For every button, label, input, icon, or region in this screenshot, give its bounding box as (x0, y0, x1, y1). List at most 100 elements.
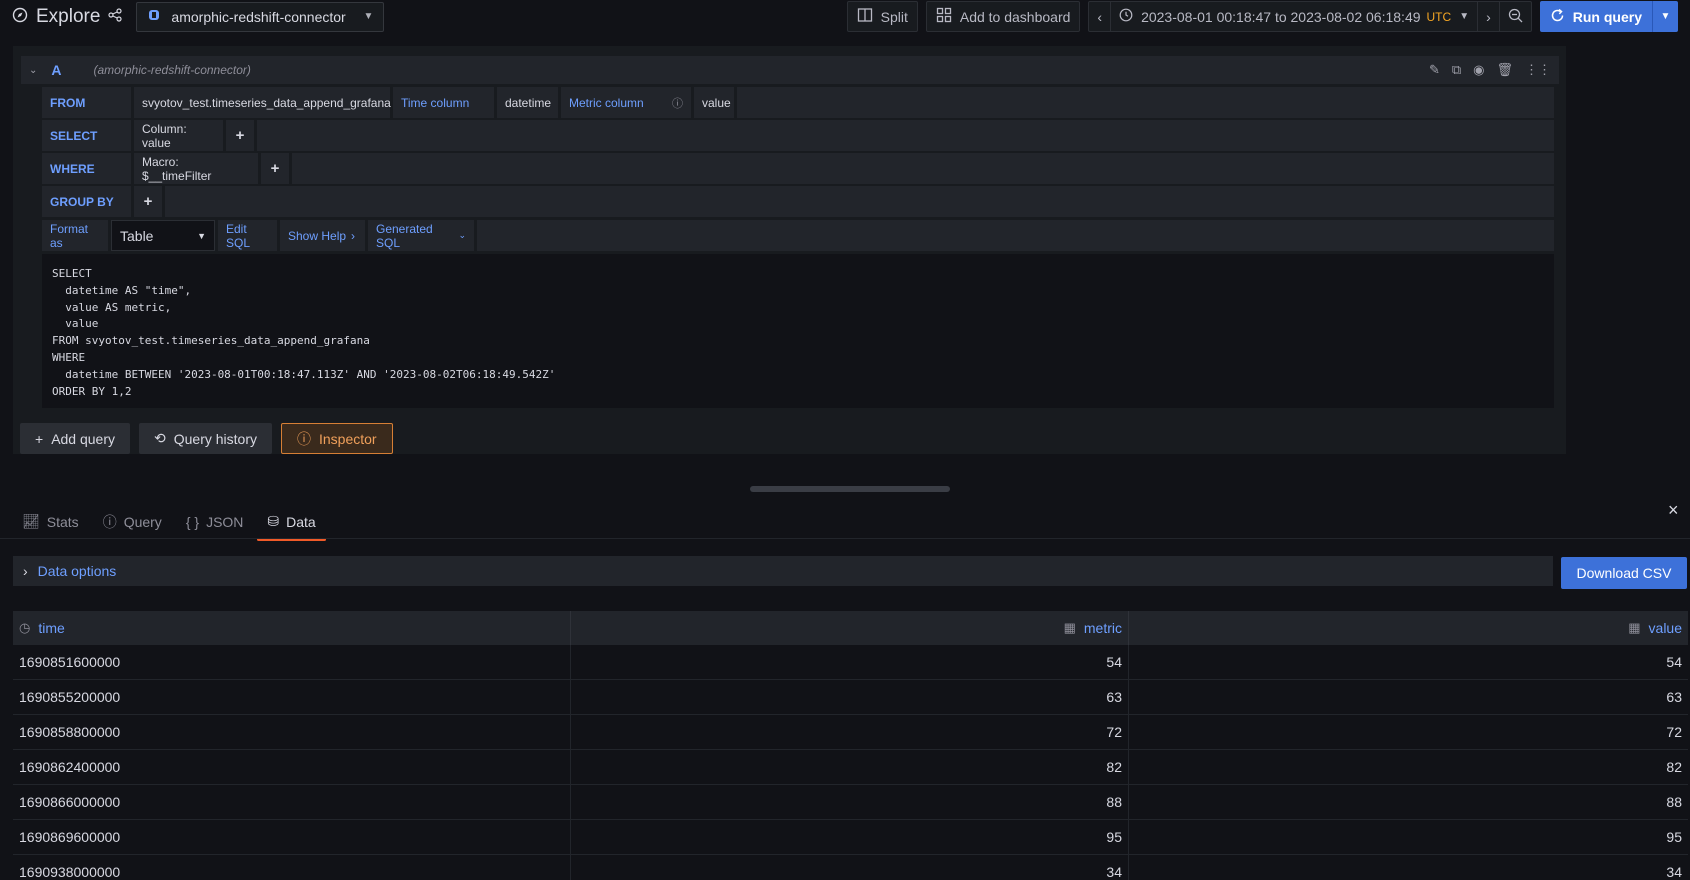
where-macro[interactable]: Macro: $__timeFilter (134, 153, 258, 184)
page-title: Explore (36, 5, 101, 27)
table-icon: ▦ (1628, 620, 1641, 635)
run-query-label: Run query (1572, 8, 1642, 25)
cell-time: 1690869600000 (13, 820, 571, 854)
column-header-metric[interactable]: ▦ metric (571, 611, 1129, 645)
add-select-button[interactable]: + (226, 120, 254, 151)
select-row-filler (257, 120, 1554, 151)
history-icon: ⟲ (154, 430, 166, 446)
column-header-time[interactable]: ◷ time (13, 611, 571, 645)
data-options-label: Data options (37, 563, 117, 579)
query-datasource-hint: (amorphic-redshift-connector) (93, 63, 251, 77)
table-row: 1690862400000 82 82 (13, 750, 1688, 785)
metric-column-label-cell: Metric column ⓘ (561, 87, 691, 118)
cell-time: 1690851600000 (13, 645, 571, 679)
column-header-value[interactable]: ▦ value (1129, 611, 1688, 645)
inspector-label: Inspector (319, 430, 377, 447)
collapse-chevron-icon[interactable]: ⌄ (29, 65, 37, 76)
time-column-label: Time column (393, 87, 494, 118)
split-button[interactable]: Split (846, 1, 918, 32)
add-where-button[interactable]: + (261, 153, 289, 184)
generated-sql-preview: SELECT datetime AS "time", value AS metr… (42, 254, 1554, 408)
generated-sql-button[interactable]: Generated SQL ⌄ (368, 220, 474, 251)
cell-value: 34 (1666, 864, 1682, 880)
time-range-control: ‹ 2023-08-01 00:18:47 to 2023-08-02 06:1… (1088, 1, 1532, 32)
close-icon[interactable]: × (1668, 500, 1679, 521)
edit-icon[interactable]: ✎ (1429, 62, 1440, 78)
top-bar: Explore amorphic-redshift-connector ▼ Sp… (0, 0, 1690, 33)
format-row-filler (477, 220, 1554, 251)
group-by-row: GROUP BY + (42, 186, 1554, 217)
cell-metric: 34 (571, 855, 1129, 880)
tab-json[interactable]: { } JSON (176, 505, 254, 538)
chevron-right-icon: › (23, 563, 28, 579)
cell-metric: 95 (571, 820, 1129, 854)
cell-metric: 88 (571, 785, 1129, 819)
table-row: 1690869600000 95 95 (13, 820, 1688, 855)
tab-query-label: Query (123, 513, 162, 530)
chevron-down-icon: ▼ (363, 11, 374, 22)
column-metric-label: metric (1083, 620, 1122, 636)
data-table: ◷ time ▦ metric ▦ value 1690851600000 54… (13, 611, 1688, 880)
chevron-right-icon: › (1486, 8, 1491, 25)
metric-column-value[interactable]: value (694, 87, 734, 118)
trash-icon[interactable]: 🗑 (1496, 62, 1513, 78)
metric-column-label: Metric column (569, 95, 644, 110)
time-back-button[interactable]: ‹ (1089, 2, 1112, 31)
time-column-value[interactable]: datetime (497, 87, 558, 118)
cell-value: 54 (1666, 654, 1682, 670)
column-value-label: value (1648, 620, 1682, 636)
time-range-picker[interactable]: 2023-08-01 00:18:47 to 2023-08-02 06:18:… (1111, 2, 1479, 31)
chevron-down-icon[interactable]: ▼ (1652, 1, 1678, 32)
info-icon[interactable]: ⓘ (672, 95, 683, 111)
edit-sql-button[interactable]: Edit SQL (218, 220, 277, 251)
run-query-button[interactable]: Run query ▼ (1539, 1, 1678, 32)
info-icon: ⓘ (102, 513, 117, 530)
time-forward-button[interactable]: › (1478, 2, 1500, 31)
cell-value: 95 (1666, 829, 1682, 845)
generated-sql-label: Generated SQL (376, 221, 433, 250)
tab-json-label: JSON (206, 513, 244, 530)
tab-data[interactable]: ⛁ Data (257, 505, 327, 541)
share-icon[interactable] (108, 8, 123, 25)
cell-time: 1690866000000 (13, 785, 571, 819)
datasource-picker[interactable]: amorphic-redshift-connector ▼ (136, 1, 385, 32)
query-actions: + Add query ⟲ Query history ⓘ Inspector (20, 423, 393, 454)
plus-icon: + (35, 430, 44, 447)
tab-stats[interactable]: 📈︎ Stats (12, 505, 89, 538)
drag-handle-icon[interactable]: ⋮⋮ (1525, 62, 1551, 78)
column-time-label: time (38, 620, 65, 636)
inspector-button[interactable]: ⓘ Inspector (281, 423, 393, 454)
zoom-out-icon (1508, 8, 1523, 26)
table-body: 1690851600000 54 54 1690855200000 63 63 … (13, 645, 1688, 880)
eye-icon[interactable]: ◉ (1473, 62, 1484, 78)
show-help-button[interactable]: Show Help › (280, 220, 365, 251)
data-options-toggle[interactable]: › Data options (13, 556, 1553, 586)
zoom-out-button[interactable] (1500, 2, 1531, 31)
cell-metric: 54 (571, 645, 1129, 679)
cell-value: 88 (1666, 794, 1682, 810)
caret-down-icon: ▼ (197, 230, 206, 241)
pane-resize-handle[interactable] (750, 486, 950, 492)
format-as-select[interactable]: Table ▼ (111, 220, 215, 251)
time-range-text: 2023-08-01 00:18:47 to 2023-08-02 06:18:… (1141, 8, 1421, 25)
title-area: Explore (12, 5, 123, 28)
select-column[interactable]: Column: value (134, 120, 223, 151)
tab-query[interactable]: ⓘ Query (93, 505, 172, 538)
chevron-down-icon: ⌄ (458, 230, 466, 240)
download-csv-button[interactable]: Download CSV (1561, 557, 1687, 589)
query-history-label: Query history (173, 430, 257, 447)
add-group-by-button[interactable]: + (134, 186, 162, 217)
query-row-header: ⌄ A (amorphic-redshift-connector) ✎ ⧉ ◉ … (21, 56, 1559, 84)
group-by-label: GROUP BY (42, 186, 131, 217)
query-ref-id[interactable]: A (51, 62, 61, 78)
where-label: WHERE (42, 153, 131, 184)
table-row: 1690855200000 63 63 (13, 680, 1688, 715)
add-query-button[interactable]: + Add query (20, 423, 131, 454)
add-to-dashboard-button[interactable]: Add to dashboard (925, 1, 1081, 32)
tab-data-label: Data (286, 513, 316, 530)
query-history-button[interactable]: ⟲ Query history (139, 423, 272, 454)
duplicate-icon[interactable]: ⧉ (1452, 62, 1461, 78)
table-name[interactable]: svyotov_test.timeseries_data_append_graf… (134, 87, 391, 118)
format-as-label: Format as (42, 220, 108, 251)
where-row: WHERE Macro: $__timeFilter + (42, 153, 1554, 184)
